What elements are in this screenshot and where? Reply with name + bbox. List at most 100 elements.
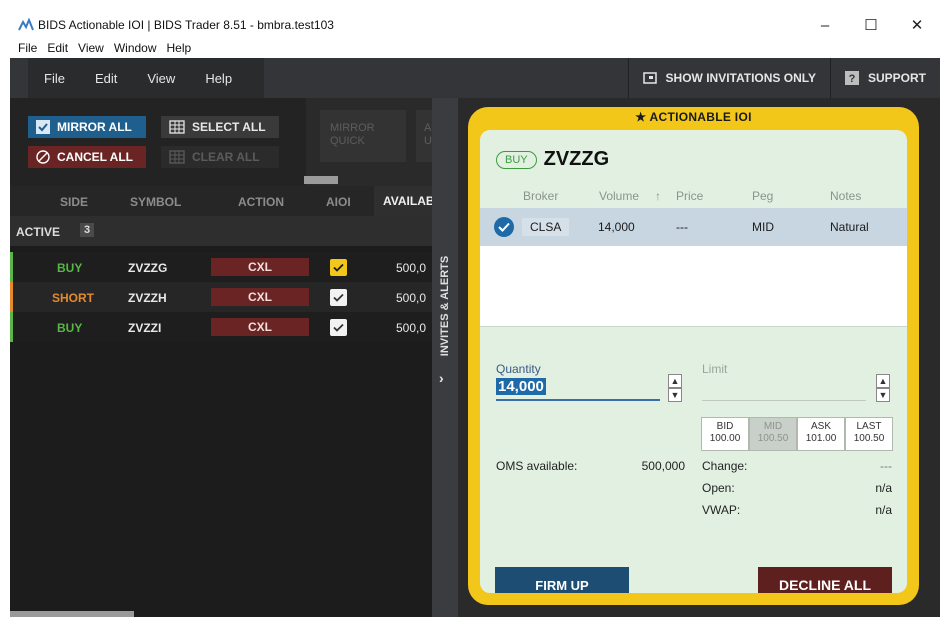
checkbox-checked-icon — [36, 120, 50, 134]
decline-all-button[interactable]: DECLINE ALL — [758, 567, 892, 593]
select-all-label: SELECT ALL — [192, 120, 266, 134]
menu-window[interactable]: Window — [114, 41, 157, 55]
clear-all-button[interactable]: CLEAR ALL — [161, 146, 279, 168]
close-button[interactable]: ✕ — [894, 10, 940, 40]
oms-available-value: 500,000 — [641, 459, 685, 473]
menu-file[interactable]: File — [18, 41, 37, 55]
app-menu-edit[interactable]: Edit — [95, 71, 117, 86]
ioi-symbol: ZVZZG — [543, 148, 610, 170]
selected-check-icon[interactable] — [494, 217, 514, 237]
row-symbol: ZVZZI — [128, 321, 162, 335]
invites-alerts-tab[interactable]: INVITES & ALERTS › — [432, 98, 458, 617]
grid-clear-icon — [169, 150, 185, 164]
limit-up-icon[interactable]: ▲ — [876, 374, 890, 388]
check-icon — [333, 263, 344, 272]
select-all-button[interactable]: SELECT ALL — [161, 116, 279, 138]
active-group-header[interactable]: ACTIVE 3 — [10, 216, 432, 246]
app-menu-view[interactable]: View — [147, 71, 175, 86]
th-peg[interactable]: Peg — [752, 189, 773, 203]
last-value: 100.50 — [853, 433, 885, 444]
mirror-quick-button[interactable]: MIRROR QUICK — [320, 110, 406, 162]
help-icon: ? — [844, 71, 859, 85]
chevron-right-icon[interactable]: › — [439, 370, 444, 386]
cell-volume: 14,000 — [598, 220, 635, 234]
menu-view[interactable]: View — [78, 41, 104, 55]
side-stripe — [10, 312, 13, 342]
app-menu-file[interactable]: File — [44, 71, 65, 86]
th-volume[interactable]: Volume — [599, 189, 639, 203]
cell-peg: MID — [752, 220, 774, 234]
toolbar-scrollbar[interactable] — [304, 176, 338, 184]
mirror-all-button[interactable]: MIRROR ALL — [28, 116, 146, 138]
table-row[interactable]: BUY ZVZZI CXL 500,0 — [10, 312, 432, 342]
divider — [480, 326, 907, 327]
invitation-screen-icon — [642, 72, 657, 84]
limit-stepper[interactable]: ▲ ▼ — [876, 374, 890, 404]
table-row[interactable]: BUY ZVZZG CXL 500,0 — [10, 252, 432, 282]
col-aioi[interactable]: AIOI — [326, 195, 351, 209]
price-buttons: BID 100.00 MID 100.50 ASK 101.00 LAST 100.50 — [701, 417, 893, 451]
limit-input[interactable] — [702, 400, 866, 401]
mid-price-button[interactable]: MID 100.50 — [749, 417, 797, 451]
app-window: { "window": { "title": "BIDS Actionable … — [0, 0, 940, 617]
col-action[interactable]: ACTION — [238, 195, 284, 209]
cancel-order-button[interactable]: CXL — [211, 318, 309, 336]
aioi-checkbox[interactable] — [330, 289, 347, 306]
ask-price-button[interactable]: ASK 101.00 — [797, 417, 845, 451]
col-side[interactable]: SIDE — [60, 195, 88, 209]
app-menu-help[interactable]: Help — [205, 71, 232, 86]
cancel-order-button[interactable]: CXL — [211, 288, 309, 306]
side-stripe — [10, 252, 13, 282]
quantity-input[interactable]: 14,000 — [496, 378, 660, 401]
support-label: SUPPORT — [867, 71, 926, 85]
ioi-table-row[interactable]: CLSA 14,000 --- MID Natural — [480, 208, 907, 246]
oms-available-label: OMS available: — [496, 459, 578, 473]
quantity-stepper[interactable]: ▲ ▼ — [668, 374, 682, 404]
row-available: 500,0 — [396, 261, 427, 275]
cancel-order-button[interactable]: CXL — [211, 258, 309, 276]
quantity-value: 14,000 — [496, 378, 546, 395]
cancel-all-button[interactable]: CANCEL ALL — [28, 146, 146, 168]
quantity-down-icon[interactable]: ▼ — [668, 388, 682, 402]
open-label: Open: — [702, 481, 735, 495]
active-label: ACTIVE — [16, 225, 61, 239]
mid-value: 100.50 — [757, 433, 789, 444]
vwap-label: VWAP: — [702, 503, 741, 517]
side-stripe — [10, 282, 13, 312]
maximize-button[interactable]: ☐ — [848, 10, 894, 40]
clear-all-label: CLEAR ALL — [192, 150, 260, 164]
ioi-panel: BUY ZVZZG Broker Volume ↑ Price Peg Note… — [480, 130, 907, 593]
invites-alerts-label: INVITES & ALERTS — [439, 255, 451, 357]
col-available[interactable]: AVAILABL — [374, 186, 432, 216]
quantity-up-icon[interactable]: ▲ — [668, 374, 682, 388]
th-broker[interactable]: Broker — [523, 189, 558, 203]
active-count-badge: 3 — [80, 223, 95, 237]
horizontal-scrollbar[interactable] — [10, 611, 134, 617]
aioi-checkbox[interactable] — [330, 319, 347, 336]
sort-arrow-icon[interactable]: ↑ — [655, 189, 661, 203]
svg-text:?: ? — [849, 73, 856, 85]
th-price[interactable]: Price — [676, 189, 703, 203]
firm-up-button[interactable]: FIRM UP — [495, 567, 629, 593]
quick-actions-panel: MIRROR QUICK AU UI — [306, 98, 434, 186]
support-button[interactable]: ? SUPPORT — [829, 58, 940, 98]
row-side: SHORT — [52, 291, 94, 305]
show-invitations-only-button[interactable]: SHOW INVITATIONS ONLY — [627, 58, 830, 98]
vwap-value: n/a — [875, 503, 892, 517]
limit-label: Limit — [702, 362, 728, 376]
row-symbol: ZVZZG — [128, 261, 168, 275]
bid-price-button[interactable]: BID 100.00 — [701, 417, 749, 451]
th-notes[interactable]: Notes — [830, 189, 861, 203]
side-badge: BUY — [496, 150, 537, 169]
minimize-button[interactable]: – — [802, 10, 848, 40]
last-price-button[interactable]: LAST 100.50 — [845, 417, 893, 451]
cell-notes: Natural — [830, 220, 869, 234]
menu-help[interactable]: Help — [167, 41, 192, 55]
menu-edit[interactable]: Edit — [47, 41, 68, 55]
cancel-icon — [36, 150, 50, 164]
col-symbol[interactable]: SYMBOL — [130, 195, 181, 209]
limit-down-icon[interactable]: ▼ — [876, 388, 890, 402]
row-available: 500,0 — [396, 321, 427, 335]
table-row[interactable]: SHORT ZVZZH CXL 500,0 — [10, 282, 432, 312]
aioi-checkbox[interactable] — [330, 259, 347, 276]
